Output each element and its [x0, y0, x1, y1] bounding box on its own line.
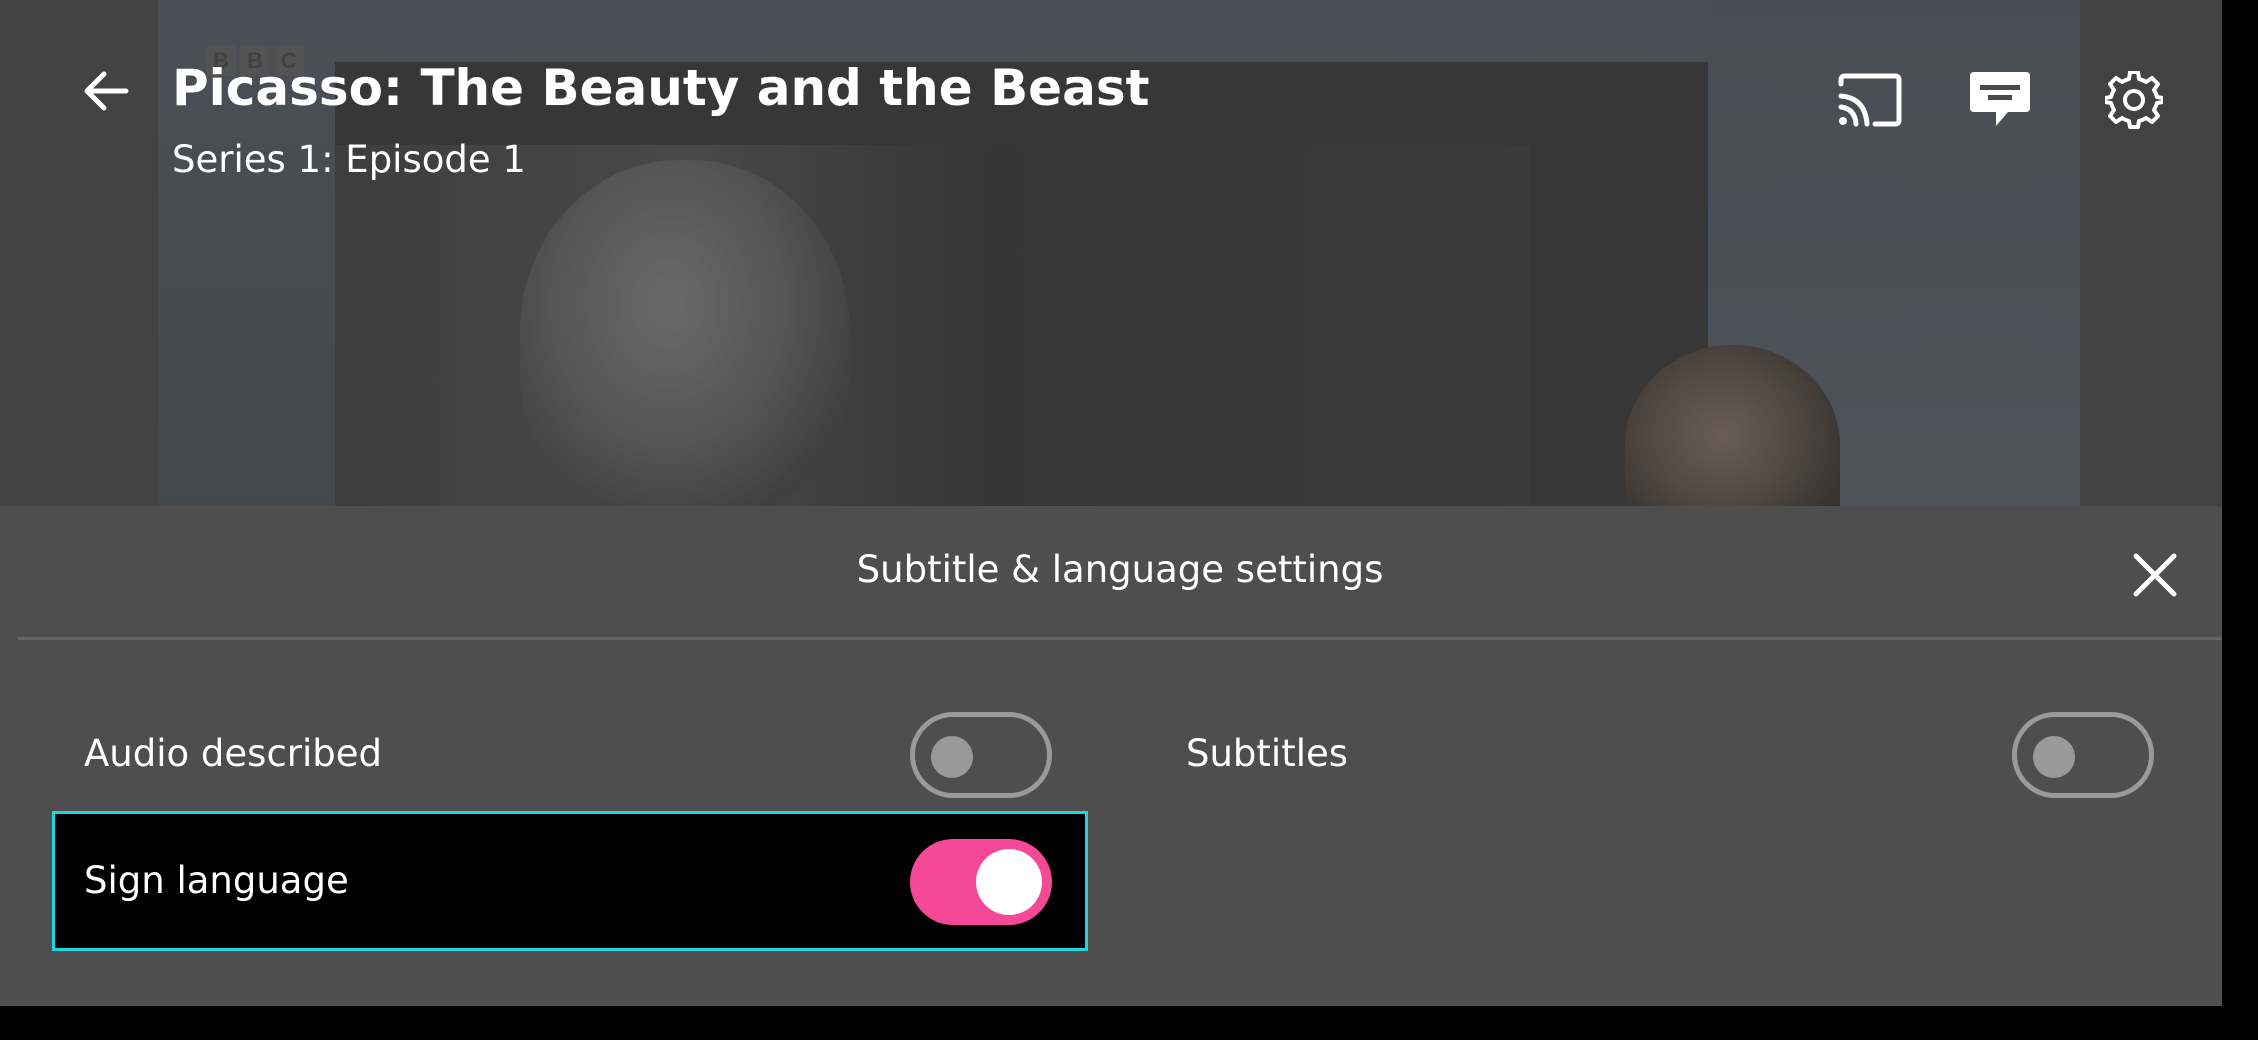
player-screen: B B C Picasso: The Beauty and the Beast … [0, 0, 2258, 1040]
option-audio-described[interactable]: Audio described [52, 684, 1088, 824]
option-label: Subtitles [1186, 732, 1349, 775]
subtitles-button[interactable] [1962, 62, 2038, 138]
gear-icon [2105, 71, 2163, 129]
toggle-knob [976, 849, 1042, 915]
audio-described-toggle[interactable] [910, 712, 1052, 798]
panel-divider [18, 637, 2222, 640]
toggle-knob [931, 736, 973, 778]
panel-title: Subtitle & language settings [856, 548, 1384, 591]
option-label: Audio described [84, 732, 383, 775]
back-button[interactable] [70, 55, 142, 127]
sign-language-toggle[interactable] [910, 839, 1052, 925]
subtitles-speech-bubble-icon [1970, 72, 2030, 126]
cast-icon [1838, 73, 1902, 127]
settings-button[interactable] [2096, 62, 2172, 138]
program-title: Picasso: The Beauty and the Beast [172, 59, 1150, 117]
toggle-knob [2033, 736, 2075, 778]
option-sign-language[interactable]: Sign language [52, 811, 1088, 951]
option-label: Sign language [84, 859, 349, 902]
video-frame[interactable]: B B C Picasso: The Beauty and the Beast … [0, 0, 2222, 506]
close-icon [2133, 553, 2177, 597]
close-button[interactable] [2124, 544, 2186, 606]
arrow-left-icon [84, 71, 129, 111]
option-subtitles[interactable]: Subtitles [1154, 684, 2190, 824]
cast-button[interactable] [1832, 62, 1908, 138]
episode-subtitle: Series 1: Episode 1 [172, 138, 526, 181]
subtitles-toggle[interactable] [2012, 712, 2154, 798]
panel-header: Subtitle & language settings [0, 506, 2222, 638]
subtitle-language-settings-panel: Subtitle & language settings Audio descr… [0, 506, 2222, 1006]
